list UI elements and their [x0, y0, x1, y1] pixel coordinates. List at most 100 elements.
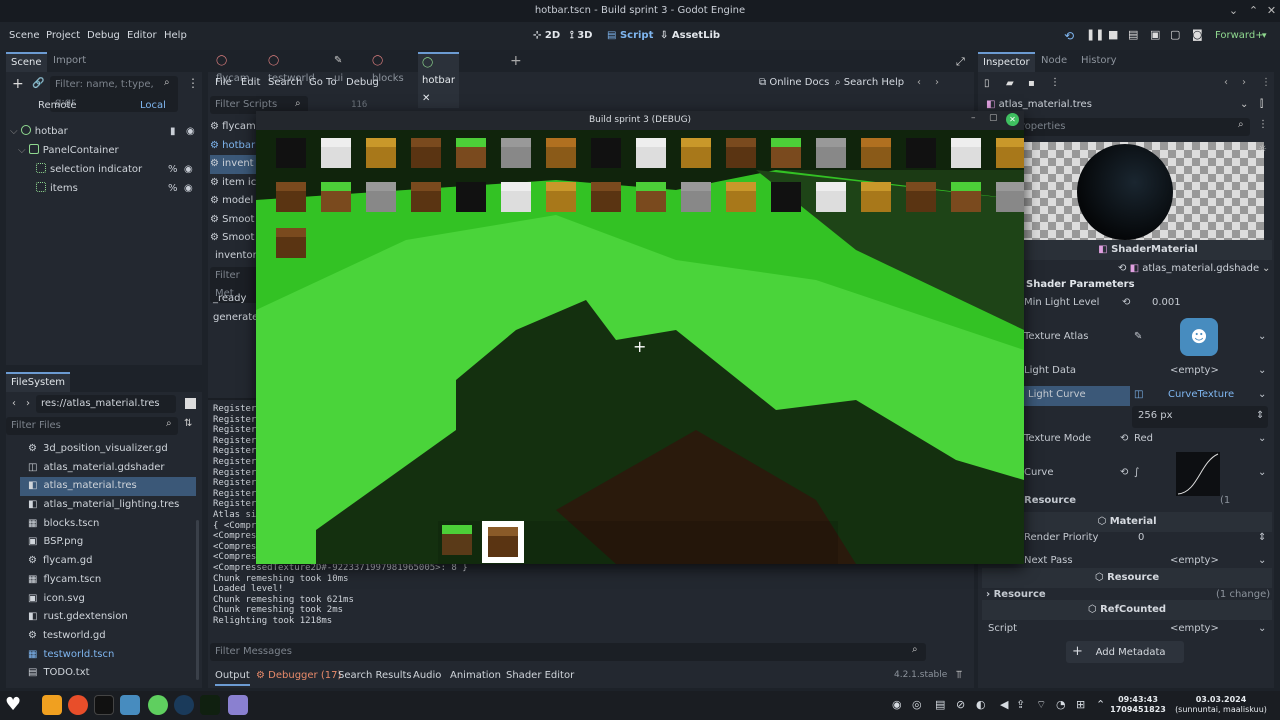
- kebab-menu-icon[interactable]: ⋮: [187, 76, 199, 90]
- menu-scene[interactable]: Scene: [9, 22, 40, 50]
- chevron-down-icon[interactable]: ⌄: [1262, 263, 1270, 274]
- kebab-menu-icon[interactable]: ⋮: [1050, 77, 1060, 88]
- script-list-item[interactable]: ⚙ model: [210, 192, 262, 211]
- script-menu-search[interactable]: Search: [268, 72, 302, 94]
- script-list-item[interactable]: ⚙ Smoot: [210, 229, 262, 248]
- open-folder-icon[interactable]: ▰: [1006, 78, 1014, 89]
- hotbar-slot-grass[interactable]: [442, 525, 472, 555]
- script-menu-edit[interactable]: Edit: [241, 72, 260, 94]
- speaker-icon[interactable]: ◔: [1056, 698, 1066, 711]
- hotbar-slot-selected[interactable]: [482, 521, 524, 563]
- expand-tray-icon[interactable]: ⌃: [1096, 698, 1105, 711]
- file-item[interactable]: ⚙ flycam.gd: [20, 552, 196, 571]
- method-ready[interactable]: _ready: [213, 293, 246, 304]
- file-item[interactable]: ▣ BSP.png: [20, 533, 196, 552]
- bottom-tab-2[interactable]: Search Results: [338, 668, 412, 684]
- file-item[interactable]: ⚙ testworld.gd: [20, 627, 196, 646]
- file-item[interactable]: ◧ atlas_material_lighting.tres: [20, 496, 196, 515]
- game-window[interactable]: Build sprint 3 (DEBUG) – ▢ ✕ +: [256, 111, 1024, 564]
- minimize-button[interactable]: ⌄: [1226, 3, 1241, 18]
- menu-help[interactable]: Help: [164, 22, 187, 50]
- add-node-icon[interactable]: +: [12, 76, 24, 92]
- tool-icon[interactable]: ⫿: [1260, 99, 1263, 110]
- remote-deploy-icon[interactable]: ▤: [1128, 28, 1138, 41]
- expand-panel-icon[interactable]: ⫪: [956, 668, 962, 682]
- system-monitor-icon[interactable]: [200, 695, 220, 715]
- prop-min-light-level[interactable]: Min Light Level ⟲ 0.001: [1024, 292, 1272, 314]
- volume-icon[interactable]: ◀: [1000, 698, 1008, 711]
- script-menu-file[interactable]: File: [215, 72, 232, 94]
- forward-arrow-icon[interactable]: ›: [935, 72, 939, 94]
- discord-icon[interactable]: ◎: [912, 698, 922, 711]
- distraction-free-icon[interactable]: ⤢: [956, 55, 965, 69]
- eye-icon[interactable]: ◉: [184, 160, 193, 179]
- bottom-tab-1[interactable]: ⚙ Debugger (17): [256, 668, 341, 684]
- chevron-down-icon[interactable]: ▾: [1262, 22, 1267, 50]
- file-item[interactable]: ▦ flycam.tscn: [20, 571, 196, 590]
- script-list-item[interactable]: ⚙ Smoot: [210, 211, 262, 230]
- online-docs-button[interactable]: ⧉ Online Docs: [759, 72, 829, 94]
- add-metadata-button[interactable]: + Add Metadata: [1066, 641, 1184, 663]
- steam-tray-icon[interactable]: ◐: [976, 698, 986, 711]
- tab-filesystem[interactable]: FileSystem: [6, 372, 71, 392]
- app-icon[interactable]: [228, 695, 248, 715]
- path-field[interactable]: res://atlas_material.tres: [36, 395, 176, 413]
- prop-render-priority[interactable]: Render Priority 0 ⇕: [1024, 527, 1272, 549]
- back-arrow-icon[interactable]: ‹: [917, 72, 921, 94]
- blocked-icon[interactable]: ⊘: [956, 698, 965, 711]
- upload-icon[interactable]: ⇪: [1016, 698, 1025, 711]
- close-window-button[interactable]: ✕: [1264, 3, 1279, 18]
- history-icon[interactable]: ⋮: [1261, 77, 1271, 88]
- prop-texture-atlas[interactable]: Texture Atlas ✎ ☻ ⌄: [1024, 318, 1272, 356]
- file-item[interactable]: ▦ testworld.tscn: [20, 646, 196, 665]
- file-item[interactable]: ◫ atlas_material.gdshader: [20, 459, 196, 478]
- menu-editor[interactable]: Editor: [127, 22, 157, 50]
- bottom-tab-4[interactable]: Animation: [450, 668, 501, 684]
- eye-icon[interactable]: ◉: [184, 179, 193, 198]
- minimize-icon[interactable]: –: [971, 113, 976, 123]
- script-list-item[interactable]: ⚙ item ic: [210, 174, 262, 193]
- workspace-3d-button[interactable]: ⟟ 3D: [570, 22, 592, 50]
- script-icon[interactable]: ▮: [170, 122, 176, 141]
- prop-curve[interactable]: Curve ⟲ ∫ ⌄: [1024, 452, 1272, 496]
- prop-light-curve[interactable]: Light Curve ◫ CurveTexture ⌄: [1024, 384, 1272, 406]
- tree-node-panelcontainer[interactable]: ⌵ PanelContainer: [18, 141, 119, 160]
- tab-scene[interactable]: Scene: [6, 52, 47, 72]
- file-item[interactable]: ▣ icon.svg: [20, 590, 196, 609]
- workspace-2d-button[interactable]: ⊹ 2D: [533, 22, 560, 50]
- play-scene-icon[interactable]: ▣: [1150, 28, 1160, 41]
- bottom-tab-5[interactable]: Shader Editor: [506, 668, 574, 684]
- width-field[interactable]: 256 px ⇕: [1132, 406, 1268, 428]
- forward-arrow-icon[interactable]: ›: [1242, 77, 1246, 88]
- menu-project[interactable]: Project: [46, 22, 80, 50]
- script-menu-goto[interactable]: Go To: [309, 72, 337, 94]
- tree-node-hotbar[interactable]: ⌵ hotbar ▮ ◉: [10, 122, 200, 141]
- scrollbar[interactable]: [196, 520, 199, 680]
- script-list-item[interactable]: ⚙ flycam: [210, 118, 262, 137]
- godot-icon[interactable]: [120, 695, 140, 715]
- bottom-tab-0[interactable]: Output: [215, 668, 250, 686]
- tree-node-selection-indicator[interactable]: selection indicator % ◉: [36, 160, 200, 179]
- clock[interactable]: 09:43:43 1709451823: [1108, 695, 1168, 715]
- folder-icon[interactable]: [42, 695, 62, 715]
- script-list-item[interactable]: ⚙ invent: [210, 155, 262, 174]
- local-button[interactable]: Local: [140, 100, 166, 111]
- steam-icon[interactable]: [174, 695, 194, 715]
- prop-texture-mode[interactable]: Texture Mode ⟲ Red ⌄: [1024, 428, 1272, 450]
- close-icon[interactable]: ✕: [1006, 113, 1019, 126]
- keyboard-icon[interactable]: ⊞: [1076, 698, 1085, 711]
- workspace-script-button[interactable]: ▤ Script: [607, 22, 653, 50]
- file-item[interactable]: ◧ rust.gdextension: [20, 608, 196, 627]
- stop-icon[interactable]: ■: [1108, 28, 1118, 41]
- tab-node[interactable]: Node: [1036, 52, 1072, 70]
- remote-debug-icon[interactable]: ⟲: [1064, 29, 1074, 43]
- clipboard-icon[interactable]: ▤: [935, 698, 945, 711]
- resource-subsection[interactable]: Resource (1 change): [1024, 490, 1272, 528]
- script-menu-debug[interactable]: Debug: [346, 72, 379, 94]
- back-arrow-icon[interactable]: ‹: [1224, 77, 1228, 88]
- chevron-down-icon[interactable]: ⌄: [1240, 99, 1248, 110]
- file-item[interactable]: ▦ blocks.tscn: [20, 515, 196, 534]
- resource-path[interactable]: ◧ atlas_material.tres: [986, 99, 1092, 110]
- maximize-icon[interactable]: ▢: [989, 113, 998, 123]
- file-item[interactable]: ▤ TODO.txt: [20, 664, 196, 683]
